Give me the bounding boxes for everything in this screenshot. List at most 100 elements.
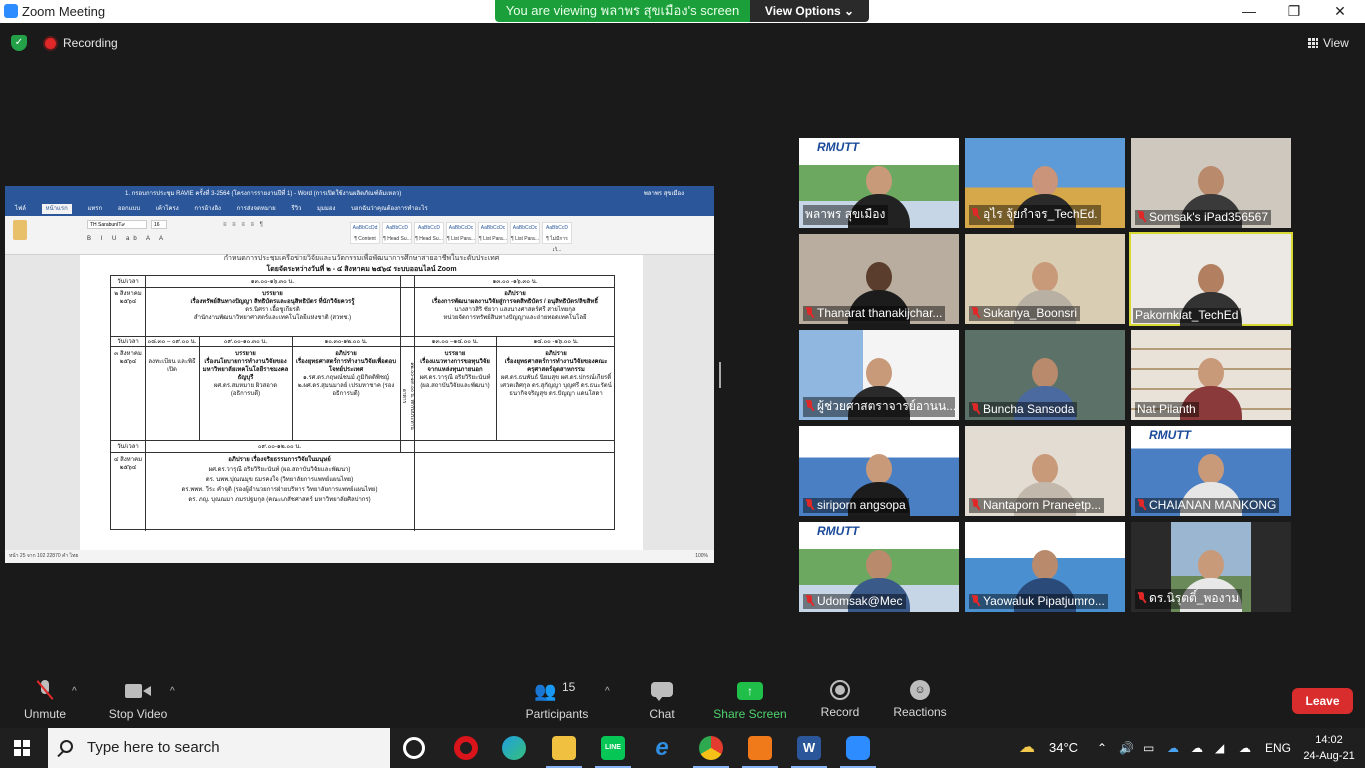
style-box: AaBbCcD ¶ Head Su... — [382, 222, 412, 244]
search-placeholder: Type here to search — [87, 739, 220, 756]
style-box: AaBbCcDc ¶ List Para... — [478, 222, 508, 244]
video-tile[interactable]: Thanarat thanakijchar... — [799, 234, 959, 324]
video-options-caret[interactable]: ^ — [170, 686, 175, 697]
opera-icon[interactable] — [454, 736, 478, 760]
stop-video-label: Stop Video — [108, 707, 168, 721]
audio-options-caret[interactable]: ^ — [72, 686, 77, 697]
doc-heading-cut: กำหนดการประชุมเครือข่ายวิจัยและนวัตกรรมเ… — [223, 255, 500, 261]
shared-screen[interactable]: 1. กรอบการประชุม RAVIE ครั้งที่ 3-2564 (… — [5, 186, 714, 563]
participants-button[interactable]: 👥 15 Participants — [522, 680, 592, 721]
volume-icon[interactable]: 🔊 — [1119, 728, 1134, 768]
view-button[interactable]: View — [1308, 36, 1349, 50]
internet-explorer-icon[interactable]: e — [650, 736, 674, 760]
clock-date: 24-Aug-21 — [1303, 750, 1355, 762]
video-tile[interactable]: Buncha Sansoda — [965, 330, 1125, 420]
taskbar-search-box[interactable]: Type here to search — [48, 728, 390, 768]
share-screen-label: Share Screen — [713, 707, 787, 721]
video-tile[interactable]: RMUTT Udomsak@Mec — [799, 522, 959, 612]
tray-overflow-icon[interactable]: ⌃ — [1097, 728, 1107, 768]
record-icon — [830, 680, 850, 700]
video-tile[interactable]: Somsak's iPad356567 — [1131, 138, 1291, 228]
windows-taskbar: Type here to search LINE e W ☁ 34°C ⌃ 🔊 … — [0, 728, 1365, 768]
gallery-resize-handle[interactable] — [719, 362, 721, 388]
recording-label: Recording — [63, 36, 118, 50]
participants-options-caret[interactable]: ^ — [605, 686, 610, 697]
style-box: AaBbCcD ¶ Head Su... — [414, 222, 444, 244]
muted-mic-icon — [1137, 499, 1146, 510]
view-label: View — [1323, 36, 1349, 50]
language-indicator[interactable]: ENG — [1265, 728, 1291, 768]
grid-icon — [1308, 38, 1318, 48]
minimize-button[interactable]: — — [1226, 2, 1272, 21]
word-ribbon-tabs: ไฟล์ หน้าแรก แทรก ออกแบบ เค้าโครง การอ้า… — [5, 202, 714, 216]
record-label: Record — [820, 705, 860, 719]
muted-mic-icon — [971, 403, 980, 414]
video-tile[interactable]: Nantaporn Praneetp... — [965, 426, 1125, 516]
word-tab: การอ้างอิง — [194, 206, 221, 212]
chat-button[interactable]: Chat — [643, 680, 681, 721]
video-tile[interactable]: ดร.นิรุตติ์_พองาม — [1131, 522, 1291, 612]
leave-button[interactable]: Leave — [1292, 688, 1353, 714]
muted-mic-icon — [1137, 592, 1146, 603]
view-options-button[interactable]: View Options ⌄ — [750, 0, 869, 22]
font-size-box: 16 — [151, 220, 167, 229]
battery-icon[interactable]: ▭ — [1143, 728, 1154, 768]
pdf-reader-icon[interactable] — [742, 736, 778, 768]
word-tab: การส่งจดหมาย — [236, 206, 276, 212]
muted-mic-icon — [971, 499, 980, 510]
unmute-label: Unmute — [23, 707, 67, 721]
word-zoom-level: 100% — [695, 553, 708, 559]
participant-name: siriporn angsopa — [817, 498, 906, 512]
record-button[interactable]: Record — [818, 680, 862, 719]
recording-icon — [45, 38, 56, 49]
windows-start-icon[interactable] — [14, 740, 30, 756]
word-tell-me: บอกฉันว่าคุณต้องการทำอะไร — [351, 206, 428, 212]
participant-name: Nat Pilanth — [1137, 402, 1196, 416]
unmute-button[interactable]: Unmute — [18, 680, 72, 721]
zoom-taskbar-icon[interactable] — [840, 736, 876, 768]
video-tile[interactable]: siriporn angsopa — [799, 426, 959, 516]
video-tile[interactable]: อุไร จุ้ยกำจร_TechEd. — [965, 138, 1125, 228]
task-view-icon[interactable] — [403, 737, 425, 759]
word-user: พลาพร สุขเมือง — [643, 191, 684, 197]
video-tile[interactable]: ผู้ช่วยศาสตราจารย์อานน... — [799, 330, 959, 420]
line-icon[interactable]: LINE — [595, 736, 631, 768]
word-tab: รีวิว — [291, 206, 302, 212]
restore-button[interactable]: ❐ — [1271, 2, 1317, 21]
close-button[interactable]: ✕ — [1317, 2, 1363, 21]
security-shield-icon[interactable]: ✓ — [11, 35, 27, 51]
window-title: Zoom Meeting — [22, 4, 106, 19]
video-tile[interactable]: RMUTT CHAIANAN MANKONG — [1131, 426, 1291, 516]
share-screen-button[interactable]: ↑ Share Screen — [712, 680, 788, 721]
file-explorer-icon[interactable] — [546, 736, 582, 768]
word-status-text: หน้า 25 จาก 102 22870 คำ ไทย — [9, 553, 79, 559]
participant-name: พลาพร สุขเมือง — [805, 207, 886, 221]
word-ribbon: TH SarabunIT๙ 16 B I U ab A A ≡ ≡ ≡ ≡ ¶ … — [5, 216, 714, 255]
weather-icon[interactable]: ☁ — [1019, 728, 1035, 768]
chrome-icon[interactable] — [693, 736, 729, 768]
video-tile[interactable]: RMUTT พลาพร สุขเมือง — [799, 138, 959, 228]
zoom-icon — [4, 4, 18, 18]
word-tab: ไฟล์ — [15, 206, 26, 212]
onedrive-personal-icon[interactable]: ☁ — [1191, 728, 1203, 768]
paste-icon — [13, 220, 27, 240]
video-tile[interactable]: Nat Pilanth — [1131, 330, 1291, 420]
stop-video-button[interactable]: Stop Video — [104, 680, 172, 721]
word-icon[interactable]: W — [791, 736, 827, 768]
wifi-icon[interactable]: ◢ — [1215, 728, 1224, 768]
reactions-button[interactable]: ☺ Reactions — [892, 680, 948, 719]
video-tile[interactable]: Yaowaluk Pipatjumro... — [965, 522, 1125, 612]
video-camera-icon — [125, 680, 151, 702]
paragraph-buttons: ≡ ≡ ≡ ≡ ¶ — [223, 222, 265, 228]
clock-time: 14:02 — [1315, 734, 1343, 746]
temperature[interactable]: 34°C — [1049, 728, 1078, 768]
style-box: AaBbCcDd ¶ Content — [350, 222, 380, 244]
video-tile[interactable]: Sukanya_Boonsri — [965, 234, 1125, 324]
participant-name: ดร.นิรุตติ์_พองาม — [1149, 591, 1240, 605]
video-tile-active-speaker[interactable]: Pakornkiat_TechEd — [1129, 232, 1293, 326]
edge-icon[interactable] — [502, 736, 526, 760]
participants-count: 15 — [562, 680, 576, 694]
taskbar-clock[interactable]: 14:02 24-Aug-21 — [1300, 732, 1358, 764]
onedrive-icon[interactable]: ☁ — [1167, 728, 1179, 768]
network-cloud-icon[interactable]: ☁ — [1239, 728, 1251, 768]
